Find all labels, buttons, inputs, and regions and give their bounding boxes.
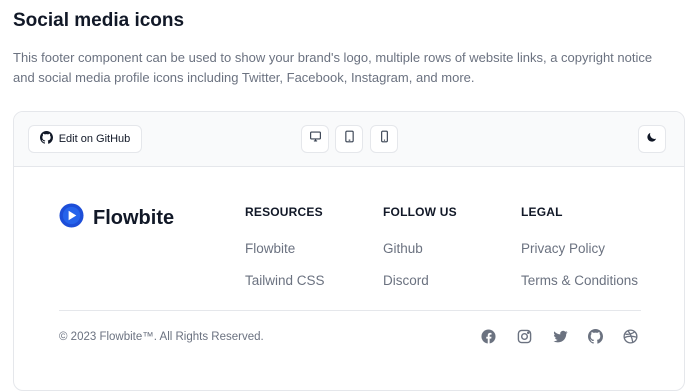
component-preview: Edit on GitHub Flowbite RESOURCES Flowbi… [13, 111, 685, 391]
desktop-icon [309, 130, 322, 148]
column-heading: Follow us [383, 205, 457, 219]
brand-link[interactable]: Flowbite [59, 203, 174, 233]
footer-column-resources: Resources Flowbite Tailwind CSS [245, 205, 325, 288]
instagram-icon[interactable] [517, 329, 533, 345]
footer-link-privacy[interactable]: Privacy Policy [521, 241, 638, 256]
github-icon [39, 131, 53, 147]
site-footer: Flowbite Resources Flowbite Tailwind CSS… [14, 167, 684, 390]
edit-on-github-button[interactable]: Edit on GitHub [28, 125, 142, 153]
desktop-view-button[interactable] [301, 125, 329, 153]
preview-toolbar: Edit on GitHub [14, 112, 684, 167]
edit-on-github-label: Edit on GitHub [58, 133, 131, 145]
dribbble-icon[interactable] [623, 329, 639, 345]
page-description: This footer component can be used to sho… [13, 50, 653, 85]
brand-name: Flowbite [93, 206, 175, 229]
footer-divider [59, 310, 641, 311]
copyright-text: © 2023 Flowbite™. All Rights Reserved. [59, 331, 264, 343]
footer-link-tailwind[interactable]: Tailwind CSS [245, 273, 325, 288]
twitter-icon[interactable] [553, 329, 569, 345]
mobile-view-button[interactable] [370, 125, 398, 153]
moon-icon [646, 130, 658, 148]
facebook-icon[interactable] [481, 329, 497, 345]
footer-link-discord[interactable]: Discord [383, 273, 457, 288]
dark-mode-toggle[interactable] [638, 125, 666, 153]
footer-link-flowbite[interactable]: Flowbite [245, 241, 325, 256]
tablet-icon [343, 130, 356, 148]
github-icon[interactable] [588, 329, 604, 345]
footer-link-github[interactable]: Github [383, 241, 457, 256]
footer-link-terms[interactable]: Terms & Conditions [521, 273, 638, 288]
column-heading: Legal [521, 205, 563, 219]
page-title: Social media icons [13, 10, 185, 31]
footer-column-follow-us: Follow us Github Discord [383, 205, 457, 288]
tablet-view-button[interactable] [335, 125, 363, 153]
flowbite-logo-icon [59, 203, 84, 233]
column-heading: Resources [245, 205, 323, 219]
footer-column-legal: Legal Privacy Policy Terms & Conditions [521, 205, 638, 288]
mobile-icon [378, 130, 391, 148]
